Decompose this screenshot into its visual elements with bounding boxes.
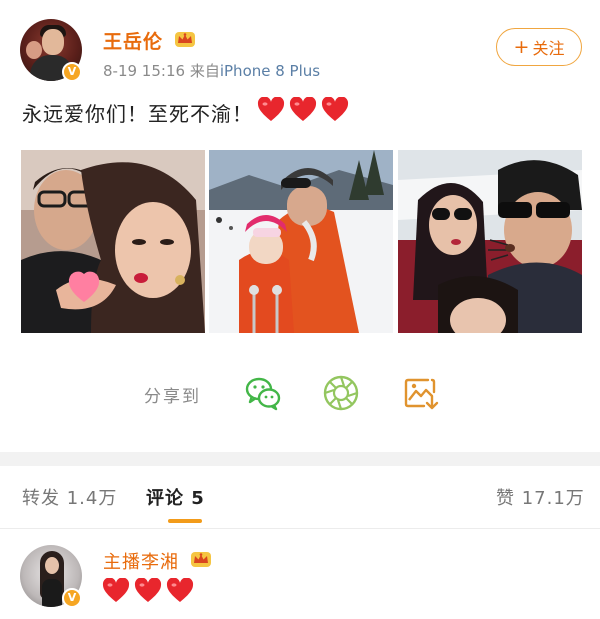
tab-comment[interactable]: 评论 5 xyxy=(146,484,205,510)
commenter-name[interactable]: 主播李湘 xyxy=(103,548,179,574)
post-date-time: 8-19 15:16 xyxy=(103,62,186,80)
tab-like[interactable]: 赞 17.1万 xyxy=(496,484,585,510)
author-name[interactable]: 王岳伦 xyxy=(103,27,163,54)
follow-label: 关注 xyxy=(532,39,565,58)
commenter-verified-badge-icon: V xyxy=(62,588,82,608)
follow-button[interactable]: + 关注 xyxy=(496,28,582,66)
wechat-icon[interactable] xyxy=(244,374,282,412)
heart-icon xyxy=(289,97,317,121)
tab-repost[interactable]: 转发 1.4万 xyxy=(22,484,117,510)
photo-ski-father-daughter[interactable] xyxy=(209,150,393,333)
heart-icon xyxy=(134,578,162,602)
active-tab-indicator xyxy=(168,519,202,523)
post-meta: 8-19 15:16 来自iPhone 8 Plus xyxy=(103,60,320,81)
post-source-prefix: 来自 xyxy=(189,62,220,80)
photo-family-yacht[interactable] xyxy=(398,150,582,333)
photo-family-illustration xyxy=(398,150,582,333)
comment-hearts xyxy=(102,578,198,604)
save-image-icon[interactable] xyxy=(402,374,440,412)
heart-icon xyxy=(257,97,285,121)
section-divider xyxy=(0,452,600,466)
photo-ski-illustration xyxy=(209,150,393,333)
share-label: 分享到 xyxy=(144,387,201,407)
post-hearts xyxy=(253,97,349,128)
verified-badge-icon: V xyxy=(62,62,82,82)
heart-icon xyxy=(321,97,349,121)
moments-icon[interactable] xyxy=(322,374,360,412)
post-text: 永远爱你们！至死不渝！ xyxy=(22,102,253,126)
tabs-divider xyxy=(0,528,600,529)
post-body: 永远爱你们！至死不渝！ xyxy=(22,97,349,128)
crown-icon xyxy=(175,32,195,47)
weibo-post-page: V 王岳伦 8-19 15:16 来自iPhone 8 Plus + 关注 永远… xyxy=(0,0,600,619)
plus-icon: + xyxy=(513,35,530,58)
post-source-device[interactable]: iPhone 8 Plus xyxy=(220,62,320,80)
heart-icon xyxy=(166,578,194,602)
heart-icon xyxy=(102,578,130,602)
commenter-crown-icon xyxy=(191,552,211,567)
photo-couple-selfie-illustration xyxy=(21,150,205,333)
photo-couple-selfie[interactable] xyxy=(21,150,205,333)
